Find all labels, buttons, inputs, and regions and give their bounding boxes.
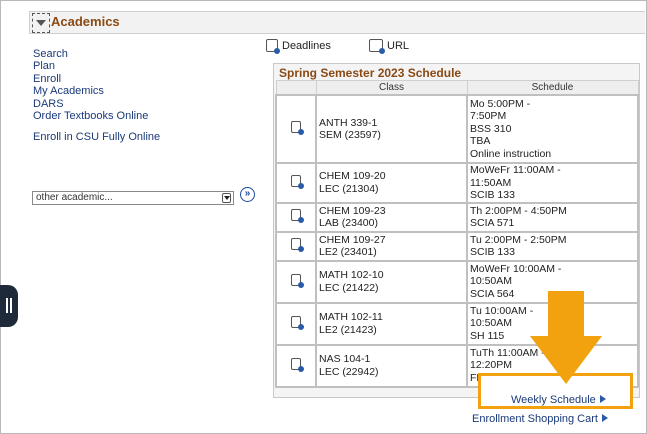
collapse-toggle-button[interactable] xyxy=(32,13,50,33)
link-my-academics[interactable]: My Academics xyxy=(33,85,148,97)
schedule-line: 10:50AM xyxy=(470,275,513,288)
class-line: CHEM 109-27 xyxy=(319,233,386,246)
go-button[interactable]: » xyxy=(240,187,255,202)
col-schedule-header: Schedule xyxy=(466,80,639,96)
class-line: MATH 102-11 xyxy=(319,311,383,323)
schedule-line: Online instruction xyxy=(470,147,552,160)
class-details-icon[interactable] xyxy=(291,315,304,330)
class-cell: CHEM 109-20 LEC (21304) xyxy=(315,162,468,204)
class-line: ANTH 339-1 xyxy=(319,116,378,129)
deadlines-button[interactable]: Deadlines xyxy=(266,39,331,54)
class-line: CHEM 109-23 xyxy=(319,204,386,217)
enrollment-cart-link[interactable]: Enrollment Shopping Cart xyxy=(472,413,608,425)
double-chevron-right-icon: » xyxy=(244,188,251,199)
link-dars[interactable]: DARS xyxy=(33,98,148,110)
schedule-line: Mo 5:00PM - xyxy=(470,97,531,110)
schedule-line: SCIB 133 xyxy=(470,189,515,201)
down-arrow-icon xyxy=(530,291,602,384)
schedule-cell: Mo 5:00PM -7:50PM BSS 310 TBA Online instru… xyxy=(466,94,639,164)
class-line: LE2 (21423) xyxy=(319,323,377,336)
deadlines-label: Deadlines xyxy=(282,40,331,52)
class-details-icon[interactable] xyxy=(291,121,304,136)
table-row: CHEM 109-23 LAB (23400) Th 2:00PM - 4:50PM… xyxy=(275,201,639,233)
enrollment-cart-label: Enrollment Shopping Cart xyxy=(472,413,598,425)
url-label: URL xyxy=(387,40,410,52)
table-row: ANTH 339-1 SEM (23597) Mo 5:00PM -7:50PM BS… xyxy=(275,94,639,164)
class-details-icon[interactable] xyxy=(291,273,304,288)
link-enroll[interactable]: Enroll xyxy=(33,73,148,85)
weekly-schedule-label: Weekly Schedule xyxy=(511,394,596,406)
academic-links: Search Plan Enroll My Academics DARS Ord… xyxy=(33,48,148,122)
class-line: MATH 102-10 xyxy=(319,269,384,281)
col-class-header: Class xyxy=(315,80,468,96)
schedule-cell: Tu 2:00PM - 2:50PM SCIB 133 xyxy=(466,230,639,262)
class-line: CHEM 109-20 xyxy=(319,170,386,183)
link-search[interactable]: Search xyxy=(33,48,148,60)
section-title: Academics xyxy=(51,14,120,29)
table-row: CHEM 109-27 LE2 (23401) Tu 2:00PM - 2:50PM… xyxy=(275,230,639,262)
class-cell: ANTH 339-1 SEM (23597) xyxy=(315,94,468,164)
class-details-icon[interactable] xyxy=(291,209,304,224)
schedule-line: 7:50PM xyxy=(470,110,507,123)
schedule-line: BSS 310 xyxy=(470,122,512,135)
class-details-icon[interactable] xyxy=(291,238,304,253)
weekly-schedule-link[interactable]: Weekly Schedule xyxy=(511,394,606,406)
schedule-cell: Th 2:00PM - 4:50PM SCIA 571 xyxy=(466,201,639,233)
link-csu-fully-online[interactable]: Enroll in CSU Fully Online xyxy=(33,131,160,143)
class-line: NAS 104-1 xyxy=(319,353,371,365)
class-details-cell xyxy=(275,301,317,346)
schedule-title: Spring Semester 2023 Schedule xyxy=(279,66,462,80)
url-icon xyxy=(369,39,385,54)
class-details-cell xyxy=(275,259,317,304)
class-details-cell xyxy=(275,201,317,233)
schedule-line: TBA xyxy=(470,135,491,148)
schedule-line: MoWeFr 10:00AM - xyxy=(470,262,562,275)
schedule-line: Th 2:00PM - 4:50PM xyxy=(470,204,567,217)
chevron-down-icon xyxy=(222,193,231,203)
schedule-line: SCIB 133 xyxy=(470,246,515,258)
schedule-line: 11:50AM xyxy=(470,176,512,189)
calendar-icon xyxy=(266,39,280,54)
class-cell: CHEM 109-23 LAB (23400) xyxy=(315,201,468,233)
play-right-icon xyxy=(601,414,608,422)
table-row: CHEM 109-20 LEC (21304) MoWeFr 11:00AM -11… xyxy=(275,162,639,204)
class-details-cell xyxy=(275,162,317,204)
class-details-icon[interactable] xyxy=(291,175,304,189)
class-details-icon[interactable] xyxy=(291,357,304,372)
select-value: other academic... xyxy=(36,192,113,203)
class-line: LEC (22942) xyxy=(319,365,379,378)
side-drawer-handle[interactable] xyxy=(0,285,18,327)
url-button[interactable]: URL xyxy=(369,39,410,54)
col-icon-header xyxy=(275,80,317,96)
schedule-line: Tu 2:00PM - 2:50PM xyxy=(470,233,567,246)
other-academic-select[interactable]: other academic... xyxy=(32,191,234,205)
class-line: LE2 (23401) xyxy=(319,246,377,258)
class-line: LEC (21422) xyxy=(319,281,379,294)
class-cell: CHEM 109-27 LE2 (23401) xyxy=(315,230,468,262)
class-line: LAB (23400) xyxy=(319,217,378,229)
schedule-line: MoWeFr 11:00AM - xyxy=(470,164,561,176)
class-details-cell xyxy=(275,230,317,262)
class-cell: MATH 102-11 LE2 (21423) xyxy=(315,301,468,346)
class-line: LEC (21304) xyxy=(319,182,379,195)
triangle-down-icon xyxy=(36,20,46,26)
schedule-cell: MoWeFr 11:00AM -11:50AM SCIB 133 xyxy=(466,162,639,204)
link-plan[interactable]: Plan xyxy=(33,60,148,72)
link-order-textbooks[interactable]: Order Textbooks Online xyxy=(33,110,148,122)
play-right-icon xyxy=(599,395,606,403)
class-details-cell xyxy=(275,94,317,164)
academics-header: Academics xyxy=(29,11,645,34)
class-line: SEM (23597) xyxy=(319,129,381,141)
class-cell: MATH 102-10 LEC (21422) xyxy=(315,259,468,304)
schedule-line: SCIA 571 xyxy=(470,217,515,229)
class-details-cell xyxy=(275,343,317,388)
class-cell: NAS 104-1 LEC (22942) xyxy=(315,343,468,388)
